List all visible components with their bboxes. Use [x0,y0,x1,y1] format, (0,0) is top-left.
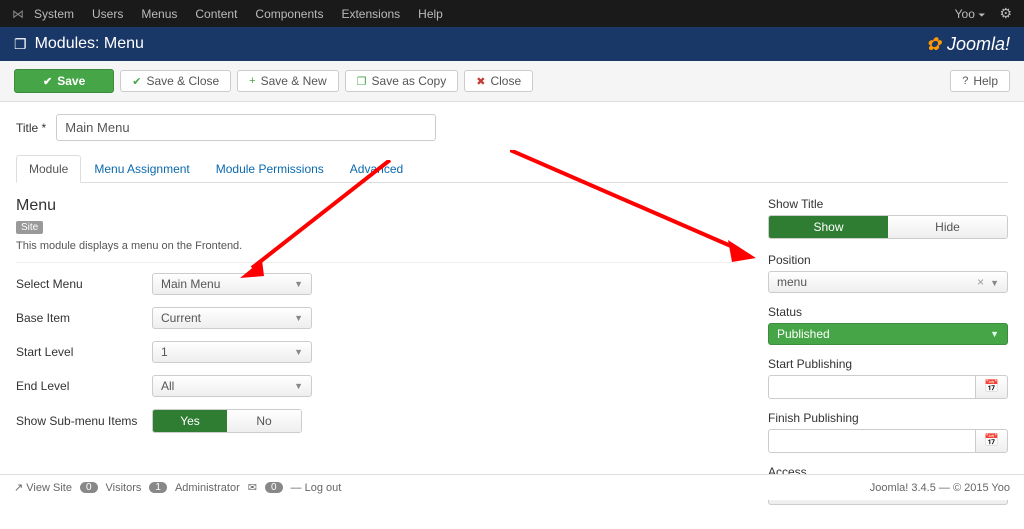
page-title: Modules: Menu [35,35,144,53]
end-level-dropdown[interactable]: All▼ [152,375,312,397]
version-text: Joomla! 3.4.5 — © 2015 Yoo [870,482,1010,494]
menu-menus[interactable]: Menus [141,7,177,21]
toggle-yes[interactable]: Yes [153,410,227,432]
select-menu-dropdown[interactable]: Main Menu▼ [152,273,312,295]
admin-label: Administrator [175,482,240,494]
chevron-down-icon: ▼ [294,381,303,391]
help-button[interactable]: ?Help [950,70,1010,92]
start-publishing-input[interactable] [768,375,976,399]
tabs: Module Menu Assignment Module Permission… [16,155,1008,183]
joomla-logo: ✿ Joomla! [926,34,1010,55]
joomla-flower-icon: ✿ [926,34,941,55]
position-select[interactable]: menu×▼ [768,271,1008,293]
show-submenu-toggle[interactable]: Yes No [152,409,302,433]
menu-content[interactable]: Content [195,7,237,21]
menu-users[interactable]: Users [92,7,123,21]
gear-icon[interactable]: ⚙ [999,5,1012,22]
finish-publishing-label: Finish Publishing [768,411,1008,425]
chevron-down-icon: ▼ [990,278,999,288]
menu-extensions[interactable]: Extensions [341,7,400,21]
messages-icon[interactable]: ✉ [248,481,257,494]
visitors-count: 0 [80,482,98,493]
action-toolbar: ✔Save ✔Save & Close +Save & New ❐Save as… [0,61,1024,102]
select-menu-label: Select Menu [16,277,152,291]
finish-publishing-input[interactable] [768,429,976,453]
toggle-no[interactable]: No [227,410,301,432]
clear-icon[interactable]: × [977,275,984,289]
status-select[interactable]: Published▼ [768,323,1008,345]
base-item-dropdown[interactable]: Current▼ [152,307,312,329]
status-label: Status [768,305,1008,319]
title-input[interactable] [56,114,436,141]
toggle-hide[interactable]: Hide [888,216,1007,238]
section-heading: Menu [16,197,738,215]
end-level-label: End Level [16,379,152,393]
toggle-show[interactable]: Show [769,216,888,238]
sidebar-panel: Show Title Show Hide Position menu×▼ Sta… [768,197,1008,517]
module-icon: ❐ [14,36,27,53]
save-new-button[interactable]: +Save & New [237,70,338,92]
page-header: ❐ Modules: Menu ✿ Joomla! [0,27,1024,61]
plus-icon: + [249,75,255,87]
start-level-dropdown[interactable]: 1▼ [152,341,312,363]
logout-link[interactable]: — Log out [291,482,342,494]
admin-count: 1 [149,482,167,493]
calendar-icon[interactable]: 📅 [976,429,1008,453]
visitors-label: Visitors [106,482,142,494]
show-submenu-label: Show Sub-menu Items [16,414,152,428]
tab-module-permissions[interactable]: Module Permissions [203,155,337,183]
tab-advanced[interactable]: Advanced [337,155,416,183]
base-item-label: Base Item [16,311,152,325]
divider [16,262,738,263]
show-title-toggle[interactable]: Show Hide [768,215,1008,239]
content-area: Title * Module Menu Assignment Module Pe… [0,102,1024,529]
start-publishing-label: Start Publishing [768,357,1008,371]
joomla-icon: ⋈ [12,7,24,21]
menu-components[interactable]: Components [255,7,323,21]
chevron-down-icon: ▼ [294,279,303,289]
menu-system[interactable]: System [34,7,74,21]
close-icon: ✖ [476,75,485,88]
site-badge: Site [16,221,43,234]
start-level-label: Start Level [16,345,152,359]
calendar-icon[interactable]: 📅 [976,375,1008,399]
check-icon: ✔ [43,75,52,88]
title-label: Title * [16,121,46,135]
help-icon: ? [962,75,968,87]
chevron-down-icon: ▼ [294,347,303,357]
check-icon: ✔ [132,75,141,88]
module-description: This module displays a menu on the Front… [16,240,738,252]
chevron-down-icon: ▼ [294,313,303,323]
status-bar: ↗ View Site 0 Visitors 1 Administrator ✉… [0,474,1024,500]
save-close-button[interactable]: ✔Save & Close [120,70,231,92]
tab-module[interactable]: Module [16,155,81,183]
messages-count: 0 [265,482,283,493]
tab-menu-assignment[interactable]: Menu Assignment [81,155,202,183]
user-menu[interactable]: Yoo ⏷ [955,7,986,21]
admin-topbar: ⋈ System Users Menus Content Components … [0,0,1024,27]
view-site-link[interactable]: ↗ View Site [14,481,72,494]
copy-icon: ❐ [357,75,367,88]
chevron-down-icon: ⏷ [978,10,985,20]
save-copy-button[interactable]: ❐Save as Copy [345,70,459,92]
admin-menu: System Users Menus Content Components Ex… [34,7,443,21]
chevron-down-icon: ▼ [990,329,999,339]
show-title-label: Show Title [768,197,1008,211]
save-button[interactable]: ✔Save [14,69,114,93]
module-panel: Menu Site This module displays a menu on… [16,197,738,517]
close-button[interactable]: ✖Close [464,70,533,92]
menu-help[interactable]: Help [418,7,443,21]
position-label: Position [768,253,1008,267]
